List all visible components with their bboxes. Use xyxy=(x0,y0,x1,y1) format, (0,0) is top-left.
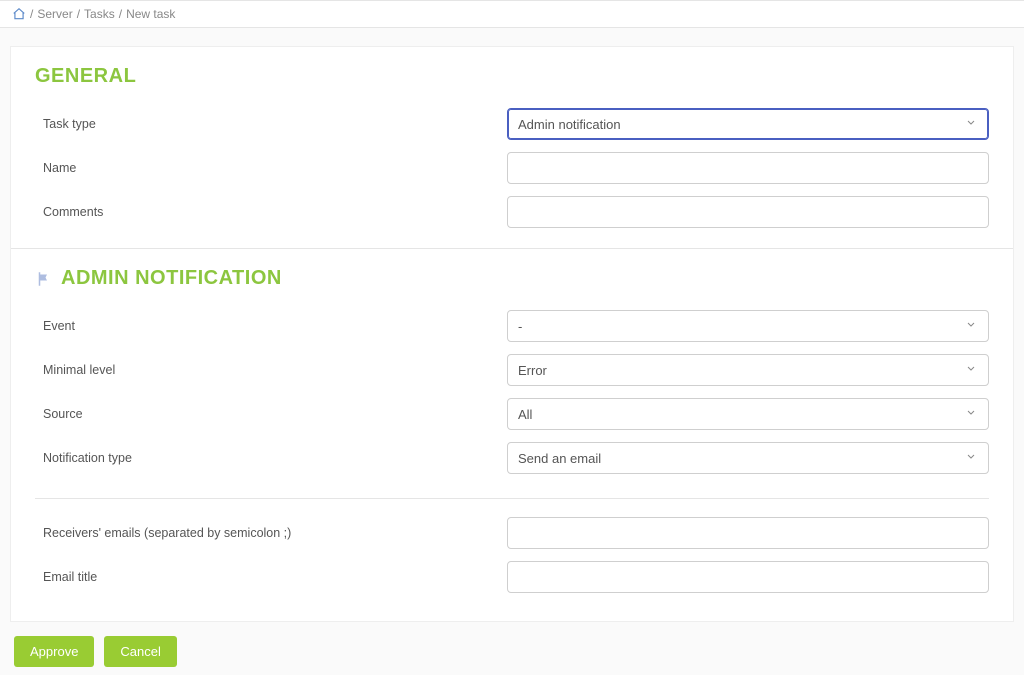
section-general: GENERAL Task type Admin notification Nam… xyxy=(11,47,1013,242)
home-icon[interactable] xyxy=(12,7,26,21)
notification-type-label: Notification type xyxy=(35,451,495,465)
name-label: Name xyxy=(35,161,495,175)
row-task-type: Task type Admin notification xyxy=(35,102,989,146)
breadcrumb: / Server / Tasks / New task xyxy=(0,0,1024,28)
task-type-label: Task type xyxy=(35,117,495,131)
row-minimal-level: Minimal level Error xyxy=(35,348,989,392)
row-receivers: Receivers' emails (separated by semicolo… xyxy=(35,511,989,555)
source-label: Source xyxy=(35,407,495,421)
section-admin-notification: ADMIN NOTIFICATION Event - Minimal level xyxy=(11,249,1013,488)
breadcrumb-sep: / xyxy=(77,7,80,21)
email-title-input[interactable] xyxy=(507,561,989,593)
comments-input[interactable] xyxy=(507,196,989,228)
comments-label: Comments xyxy=(35,205,495,219)
receivers-label: Receivers' emails (separated by semicolo… xyxy=(35,526,495,540)
flag-icon xyxy=(35,270,53,288)
notification-type-select[interactable]: Send an email xyxy=(507,442,989,474)
minimal-level-label: Minimal level xyxy=(35,363,495,377)
section-title-general: GENERAL xyxy=(35,65,989,88)
minimal-level-select[interactable]: Error xyxy=(507,354,989,386)
cancel-button[interactable]: Cancel xyxy=(104,636,176,667)
breadcrumb-sep: / xyxy=(30,7,33,21)
name-input[interactable] xyxy=(507,152,989,184)
event-label: Event xyxy=(35,319,495,333)
section-email: Receivers' emails (separated by semicolo… xyxy=(11,499,1013,607)
breadcrumb-current: New task xyxy=(126,7,175,21)
footer-actions: Approve Cancel xyxy=(0,622,1024,675)
task-type-select[interactable]: Admin notification xyxy=(507,108,989,140)
breadcrumb-server[interactable]: Server xyxy=(37,7,72,21)
section-title-admin-notification: ADMIN NOTIFICATION xyxy=(35,267,989,290)
row-email-title: Email title xyxy=(35,555,989,599)
admin-notification-title-text: ADMIN NOTIFICATION xyxy=(61,267,282,290)
email-title-label: Email title xyxy=(35,570,495,584)
row-name: Name xyxy=(35,146,989,190)
row-notification-type: Notification type Send an email xyxy=(35,436,989,480)
row-comments: Comments xyxy=(35,190,989,234)
source-select[interactable]: All xyxy=(507,398,989,430)
row-event: Event - xyxy=(35,304,989,348)
approve-button[interactable]: Approve xyxy=(14,636,94,667)
event-select[interactable]: - xyxy=(507,310,989,342)
breadcrumb-tasks[interactable]: Tasks xyxy=(84,7,115,21)
receivers-input[interactable] xyxy=(507,517,989,549)
main-panel: GENERAL Task type Admin notification Nam… xyxy=(10,46,1014,622)
breadcrumb-sep: / xyxy=(119,7,122,21)
row-source: Source All xyxy=(35,392,989,436)
